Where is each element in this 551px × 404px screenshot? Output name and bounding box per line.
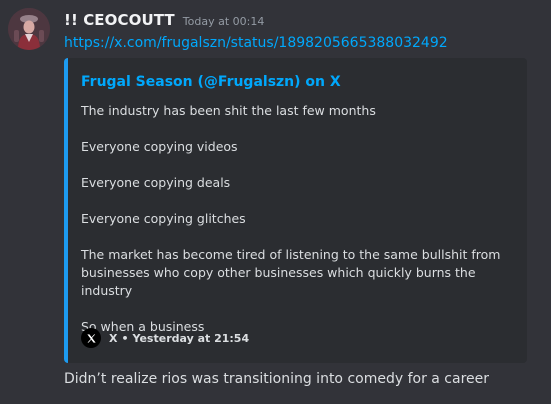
embed-description-line: The market has become tired of listening… <box>81 247 501 298</box>
message-timestamp[interactable]: Today at 00:14 <box>183 15 265 28</box>
embed-description-line: Everyone copying deals <box>81 175 231 190</box>
embed-footer-time: Yesterday at 21:54 <box>132 331 250 345</box>
message-content: Didn’t realize rios was transitioning in… <box>64 371 490 387</box>
chat-message: !! CEOCOUTT Today at 00:14 https://x.com… <box>0 0 551 404</box>
message-header: !! CEOCOUTT Today at 00:14 <box>64 11 264 29</box>
embed-title[interactable]: Frugal Season (@Frugalszn) on X <box>81 74 341 90</box>
embed-description-line: Everyone copying videos <box>81 139 238 154</box>
username[interactable]: !! CEOCOUTT <box>64 11 175 29</box>
link-embed: Frugal Season (@Frugalszn) on X The indu… <box>64 58 527 363</box>
embed-footer-separator: • <box>121 331 129 345</box>
embed-description-line: The industry has been shit the last few … <box>81 103 376 118</box>
tweet-link[interactable]: https://x.com/frugalszn/status/189820566… <box>64 35 448 51</box>
embed-footer-source: X <box>109 331 118 345</box>
embed-footer: X • Yesterday at 21:54 <box>81 328 249 348</box>
x-logo-icon <box>81 328 101 348</box>
avatar[interactable] <box>8 8 50 50</box>
embed-description-line: Everyone copying glitches <box>81 211 246 226</box>
avatar-image <box>8 8 50 50</box>
embed-description: The industry has been shit the last few … <box>81 102 521 336</box>
